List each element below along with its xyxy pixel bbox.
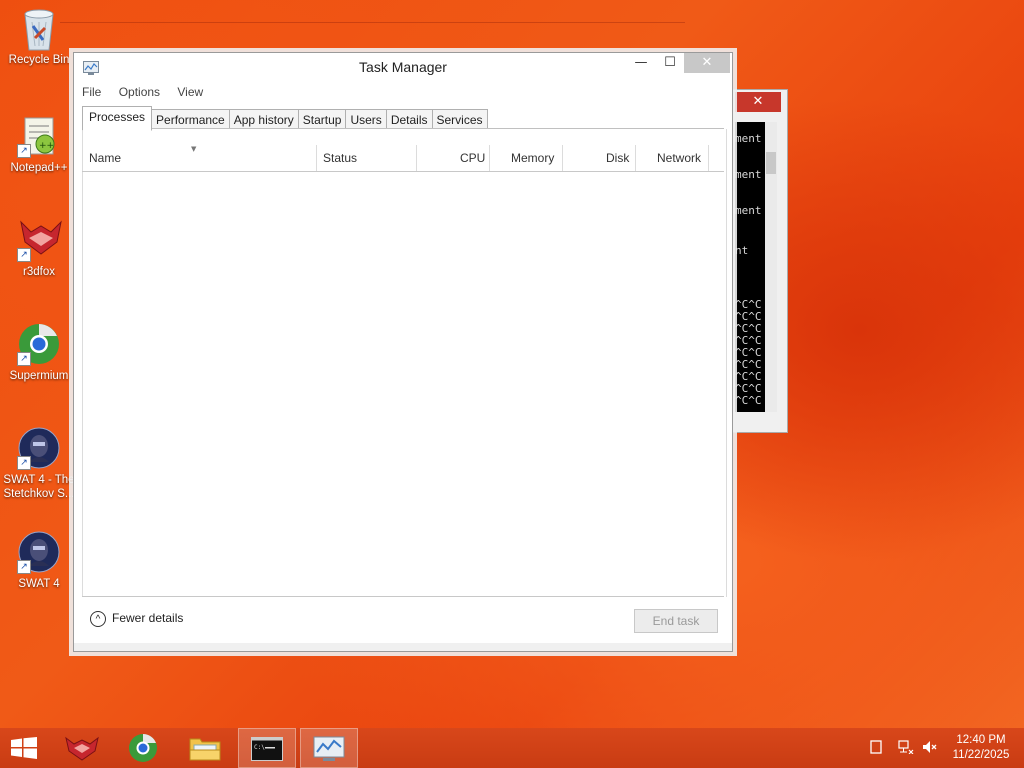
minimize-button[interactable]: — [626,53,656,73]
desktop-icon-recycle-bin[interactable]: Recycle Bin [2,6,76,67]
process-list[interactable] [82,129,727,597]
column-separator[interactable] [489,145,490,171]
fewer-details-button[interactable]: ^ Fewer details [90,611,183,631]
shortcut-arrow-icon: ↗ [17,248,31,262]
end-task-button[interactable]: End task [634,609,718,633]
console-scrollbar[interactable] [765,122,777,412]
column-header-cpu[interactable]: CPU [460,151,485,165]
tab-strip: Processes Performance App history Startu… [82,106,488,131]
title-bar[interactable]: Task Manager — ☐ ✕ [74,53,732,83]
start-button[interactable] [0,728,58,768]
header-divider [82,171,724,172]
supermium-icon [129,734,157,762]
column-separator[interactable] [416,145,417,171]
svg-text:C:\: C:\ [254,744,265,751]
swat4-stetchkov-icon: ↗ [17,426,61,470]
column-separator[interactable] [316,145,317,171]
menu-bar: File Options View [82,85,217,103]
r3dfox-icon: ↗ [17,218,62,262]
desktop-icon-label: Recycle Bin [8,54,70,66]
clock-time: 12:40 PM [956,734,1006,746]
desktop-icon-label: r3dfox [23,266,55,278]
desktop-icon-notepad-plus-plus[interactable]: ++ ↗ Notepad++ [2,114,76,175]
desktop-icon-supermium[interactable]: ↗ Supermium [2,322,76,383]
file-explorer-icon [189,738,221,761]
notepad-plus-plus-icon: ++ ↗ [17,114,61,158]
task-manager-icon [313,736,345,761]
desktop-icon-swat4[interactable]: ↗ SWAT 4 [2,530,76,591]
taskbar-r3dfox[interactable] [54,728,112,768]
taskbar: C:\ 12:40 PM 11/22/2025 [0,728,1024,768]
menu-options[interactable]: Options [119,85,160,99]
console-line: ment [735,204,762,217]
start-icon [11,737,37,759]
column-header-status[interactable]: Status [323,151,357,165]
column-header-disk[interactable]: Disk [606,151,629,165]
network-icon[interactable] [898,740,914,757]
taskbar-file-explorer[interactable] [176,728,234,768]
svg-text:++: ++ [39,141,54,151]
maximize-button[interactable]: ☐ [656,53,684,73]
console-line: nt [735,244,749,257]
sort-indicator-icon: ▼ [191,145,197,153]
column-header-memory[interactable]: Memory [511,151,554,165]
window-bottom-border [74,643,732,651]
taskbar-command-prompt[interactable]: C:\ [238,728,296,768]
console-line: ment [735,168,762,181]
tab-processes[interactable]: Processes [82,106,153,131]
fewer-details-label: Fewer details [112,611,184,626]
footer-divider [82,596,724,597]
chevron-up-icon: ^ [90,611,106,627]
column-separator[interactable] [635,145,636,171]
desktop-icon-r3dfox[interactable]: ↗ r3dfox [2,218,76,279]
swat4-icon: ↗ [17,530,61,574]
command-prompt-icon: C:\ [251,737,283,761]
column-header-network[interactable]: Network [657,151,701,165]
volume-muted-icon[interactable] [922,740,938,757]
desktop-icon-label: SWAT 4 - The Stetchkov S... [3,474,75,500]
clock-date: 11/22/2025 [952,749,1010,761]
desktop-icon-swat4-stetchkov[interactable]: ↗ SWAT 4 - The Stetchkov S... [2,426,76,501]
taskbar-supermium[interactable] [114,728,172,768]
desktop-icon-label: Supermium [9,370,69,382]
console-output: ment ment ment nt ^C^C ^C^C ^C^C ^C^C ^C… [735,122,765,412]
system-clock[interactable]: 12:40 PM 11/22/2025 [946,733,1016,763]
task-manager-window[interactable]: Task Manager — ☐ ✕ File Options View Pro… [73,52,733,652]
console-close-button[interactable]: ✕ [735,92,781,112]
r3dfox-icon [65,736,99,761]
shortcut-arrow-icon: ↗ [17,560,31,574]
column-separator[interactable] [562,145,563,171]
console-scroll-thumb[interactable] [766,152,776,174]
console-window[interactable]: ✕ ment ment ment nt ^C^C ^C^C ^C^C ^C^C … [730,89,788,433]
supermium-icon: ↗ [17,322,61,366]
column-separator[interactable] [708,145,709,171]
close-button[interactable]: ✕ [684,53,730,73]
action-center-icon[interactable] [870,740,882,757]
shortcut-arrow-icon: ↗ [17,144,31,158]
menu-view[interactable]: View [177,85,203,99]
column-header-name[interactable]: Name [89,151,121,165]
desktop-icon-label: SWAT 4 [18,578,60,590]
shortcut-arrow-icon: ↗ [17,456,31,470]
wallpaper-streak [60,22,685,23]
console-line: ment [735,132,762,145]
desktop-icon-label: Notepad++ [10,162,68,174]
recycle-bin-icon [17,6,61,51]
console-line: ^C^C [735,394,762,407]
menu-file[interactable]: File [82,85,101,99]
taskbar-task-manager[interactable] [300,728,358,768]
shortcut-arrow-icon: ↗ [17,352,31,366]
